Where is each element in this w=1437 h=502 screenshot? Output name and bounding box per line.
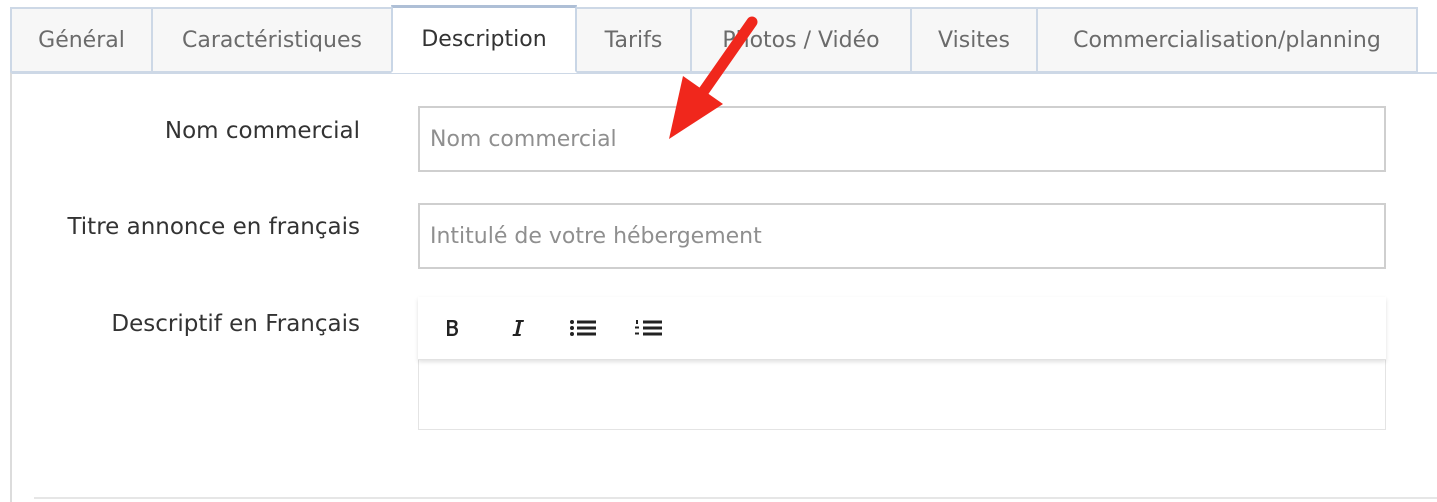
numbered-list-icon (635, 320, 662, 336)
bulleted-list-button[interactable] (564, 311, 604, 345)
tab-tarifs[interactable]: Tarifs (577, 7, 690, 73)
bold-icon (447, 320, 458, 336)
tab-description[interactable]: Description (391, 5, 577, 73)
italic-icon (512, 320, 524, 336)
tab-bar: Général Caractéristiques Description Tar… (10, 5, 1418, 73)
bold-button[interactable] (432, 311, 472, 345)
page: Général Caractéristiques Description Tar… (0, 0, 1437, 502)
tab-general[interactable]: Général (10, 7, 151, 73)
bulleted-list-icon (570, 320, 596, 336)
description-panel (10, 72, 1437, 502)
numbered-list-button[interactable] (630, 311, 670, 345)
editor-toolbar (418, 297, 1386, 360)
tab-commercialisation-planning[interactable]: Commercialisation/planning (1036, 7, 1418, 73)
tab-photos-video[interactable]: Photos / Vidéo (690, 7, 910, 73)
tab-visites[interactable]: Visites (910, 7, 1036, 73)
italic-button[interactable] (498, 311, 538, 345)
tab-caracteristiques[interactable]: Caractéristiques (151, 7, 391, 73)
